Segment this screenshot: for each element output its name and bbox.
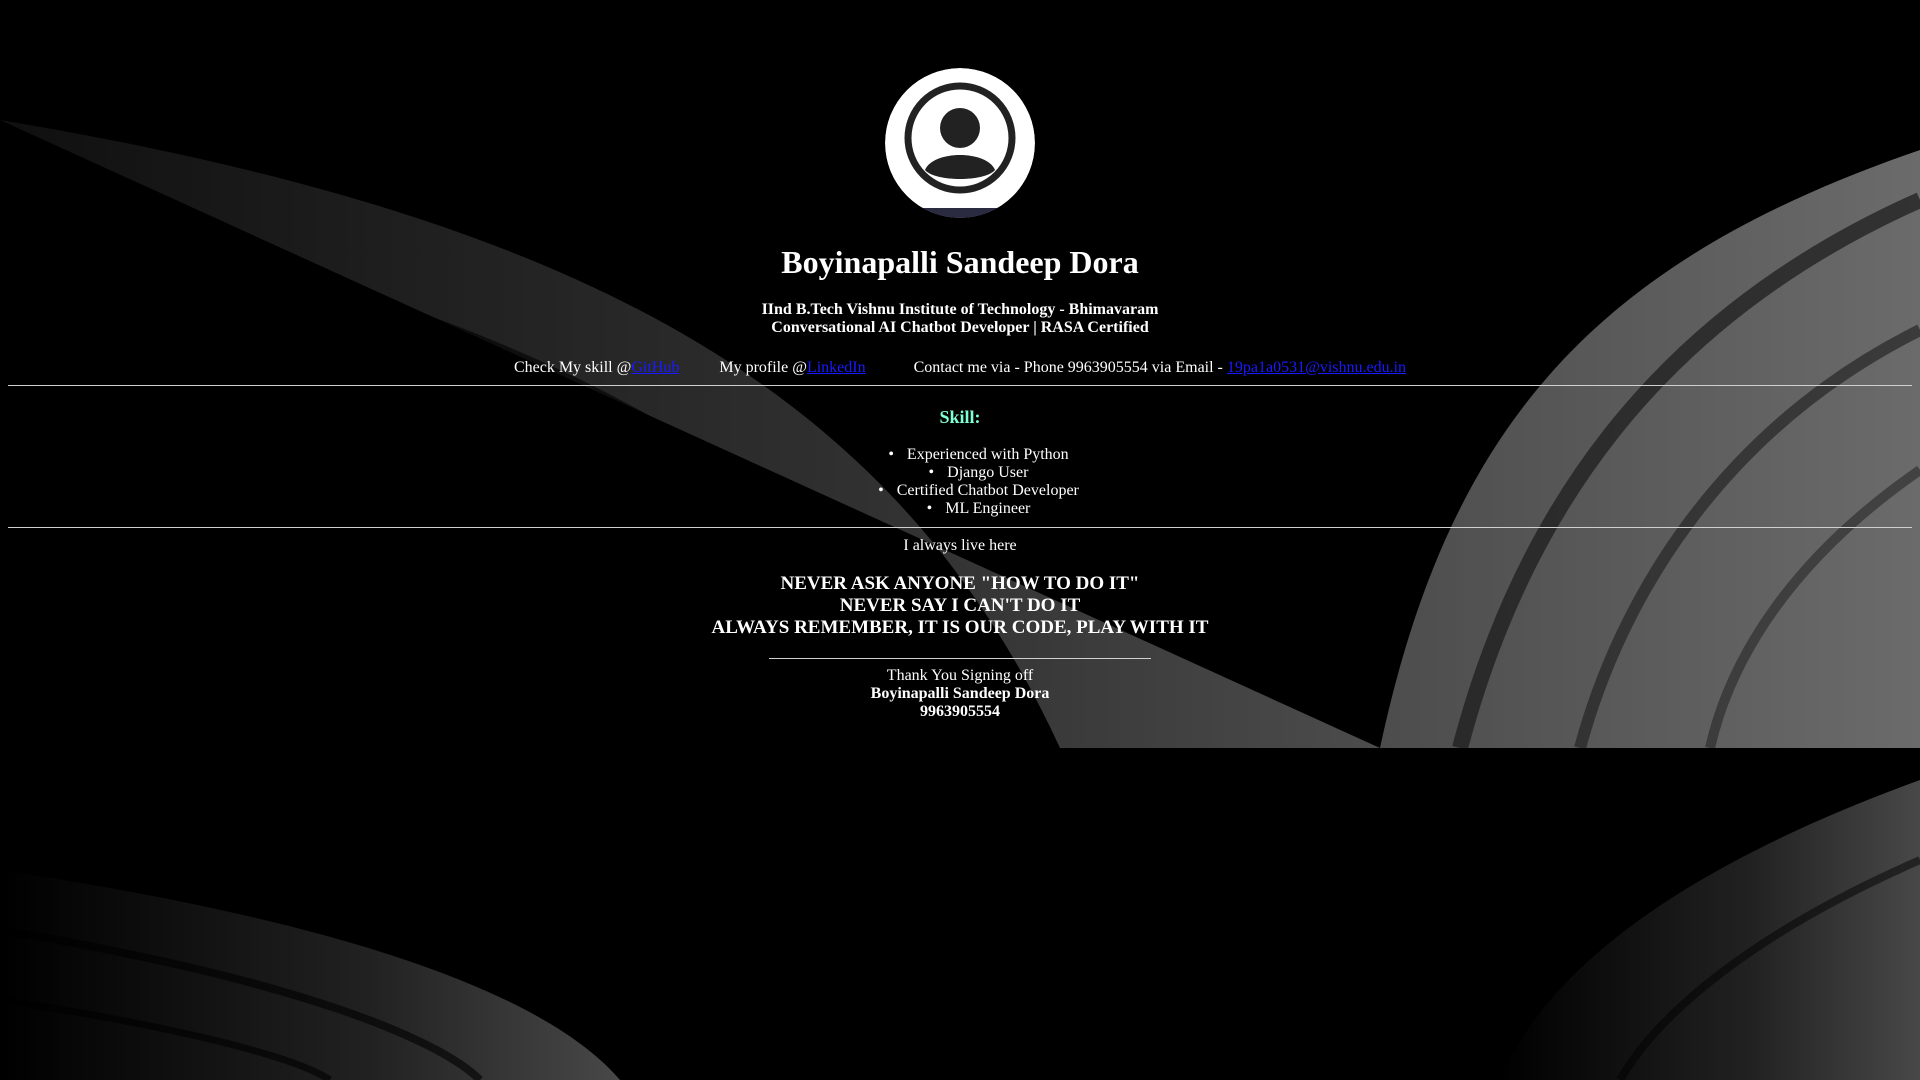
signoff-block: Thank You Signing off Boyinapalli Sandee… [0, 667, 1920, 721]
signoff-name: Boyinapalli Sandeep Dora [870, 685, 1050, 702]
profile-subtitle: IInd B.Tech Vishnu Institute of Technolo… [0, 301, 1920, 337]
subtitle-line-role: Conversational AI Chatbot Developer | RA… [771, 319, 1149, 336]
motto-line: ALWAYS REMEMBER, IT IS OUR CODE, PLAY WI… [711, 617, 1209, 638]
skill-heading: Skill: [939, 407, 981, 427]
email-link[interactable]: 19pa1a0531@vishnu.edu.in [1227, 359, 1406, 376]
divider-signoff [769, 658, 1151, 659]
linkedin-link[interactable]: LinkedIn [807, 359, 866, 376]
profile-name: Boyinapalli Sandeep Dora [781, 244, 1139, 280]
avatar [885, 68, 1035, 218]
skill-prefix: Check My skill @ [513, 359, 632, 376]
motto-line: NEVER ASK ANYONE "HOW TO DO IT" [780, 573, 1140, 594]
divider-middle [8, 527, 1912, 528]
motto-line: NEVER SAY I CAN'T DO IT [839, 595, 1081, 616]
list-item: ML Engineer [0, 500, 1920, 518]
subtitle-line-education: IInd B.Tech Vishnu Institute of Technolo… [761, 301, 1159, 318]
user-avatar-icon [885, 68, 1035, 218]
motto-intro: I always live here [903, 537, 1017, 554]
list-item: Django User [0, 464, 1920, 482]
contact-line: Check My skill @GitHub My profile @Linke… [0, 358, 1920, 378]
signoff-phone: 9963905554 [920, 703, 1000, 720]
list-item: Experienced with Python [0, 446, 1920, 464]
contact-prefix: Contact me via - Phone 9963905554 via Em… [913, 359, 1227, 376]
motto-quotes: NEVER ASK ANYONE "HOW TO DO IT" NEVER SA… [0, 573, 1920, 639]
signoff-thanks: Thank You Signing off [886, 667, 1034, 684]
skills-list: Experienced with Python Django User Cert… [0, 446, 1920, 518]
profile-prefix: My profile @ [719, 359, 807, 376]
divider-top [8, 385, 1912, 386]
github-link[interactable]: GitHub [631, 359, 679, 376]
list-item: Certified Chatbot Developer [0, 482, 1920, 500]
